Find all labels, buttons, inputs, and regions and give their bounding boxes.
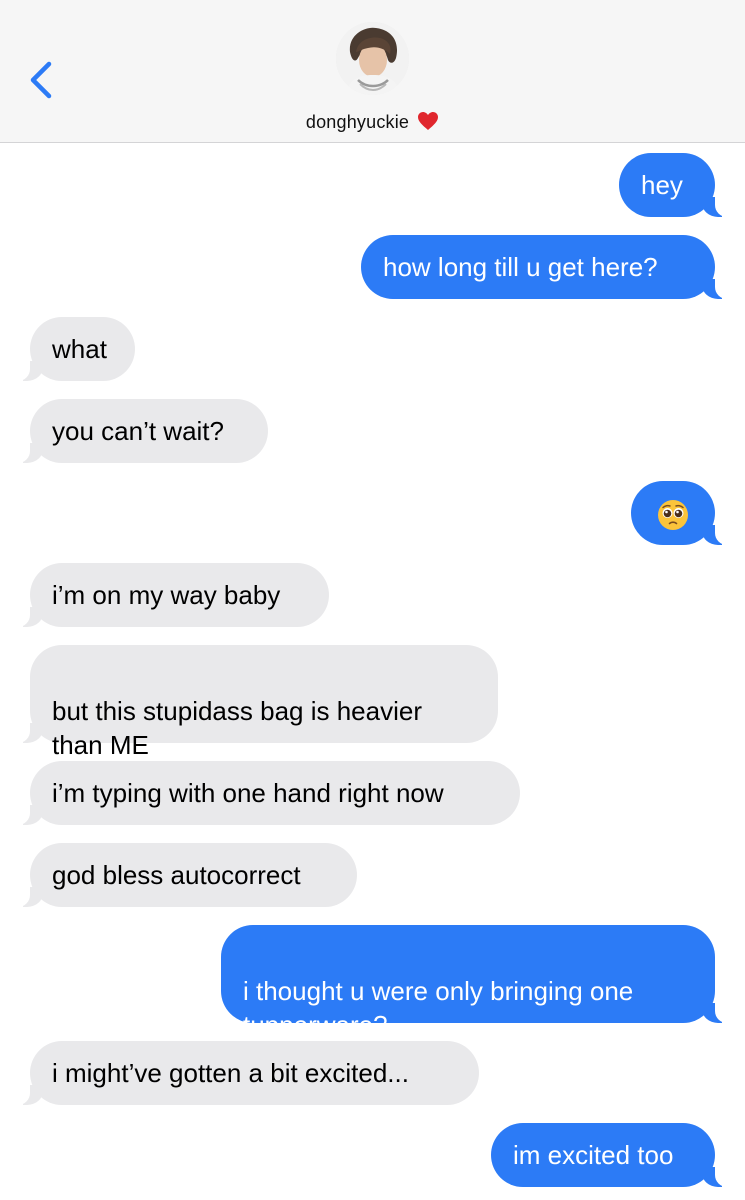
message-text: how long till u get here?: [383, 252, 658, 282]
message-bubble-sent[interactable]: im excited too: [491, 1123, 741, 1187]
message-bubble-received[interactable]: god bless autocorrect: [4, 843, 357, 907]
pleading-face-emoji: [656, 498, 690, 532]
message-text: god bless autocorrect: [52, 860, 301, 890]
message-bubble-received[interactable]: what: [4, 317, 135, 381]
message-text: i might’ve gotten a bit excited...: [52, 1058, 409, 1088]
message-bubble-received[interactable]: you can’t wait?: [4, 399, 268, 463]
chevron-left-icon: [30, 61, 52, 99]
message-text: hey: [641, 170, 683, 200]
message-text: i thought u were only bringing one tuppe…: [243, 976, 634, 1040]
contact-name-label: donghyuckie: [305, 112, 410, 132]
message-bubble-sent[interactable]: hey: [619, 153, 741, 217]
message-bubble-received[interactable]: i’m typing with one hand right now: [4, 761, 520, 825]
message-thread: hey how long till u get here? what you c…: [0, 143, 745, 1200]
message-bubble-received[interactable]: i might’ve gotten a bit excited...: [4, 1041, 479, 1105]
message-text: what: [52, 334, 107, 364]
contact-name[interactable]: donghyuckie: [0, 111, 745, 133]
message-bubble-sent[interactable]: [631, 481, 741, 545]
red-heart-icon: [417, 111, 439, 131]
message-bubble-received[interactable]: i’m on my way baby: [4, 563, 329, 627]
message-text: i’m typing with one hand right now: [52, 778, 444, 808]
message-text: im excited too: [513, 1140, 674, 1170]
conversation-header: donghyuckie: [0, 0, 745, 143]
message-bubble-sent[interactable]: i thought u were only bringing one tuppe…: [221, 925, 741, 1040]
back-button[interactable]: [22, 56, 62, 104]
message-bubble-sent[interactable]: how long till u get here?: [361, 235, 741, 299]
message-bubble-received[interactable]: but this stupidass bag is heavier than M…: [4, 645, 498, 760]
message-text: but this stupidass bag is heavier than M…: [52, 696, 422, 760]
message-text: you can’t wait?: [52, 416, 224, 446]
contact-avatar[interactable]: [336, 22, 409, 95]
message-text: i’m on my way baby: [52, 580, 281, 610]
